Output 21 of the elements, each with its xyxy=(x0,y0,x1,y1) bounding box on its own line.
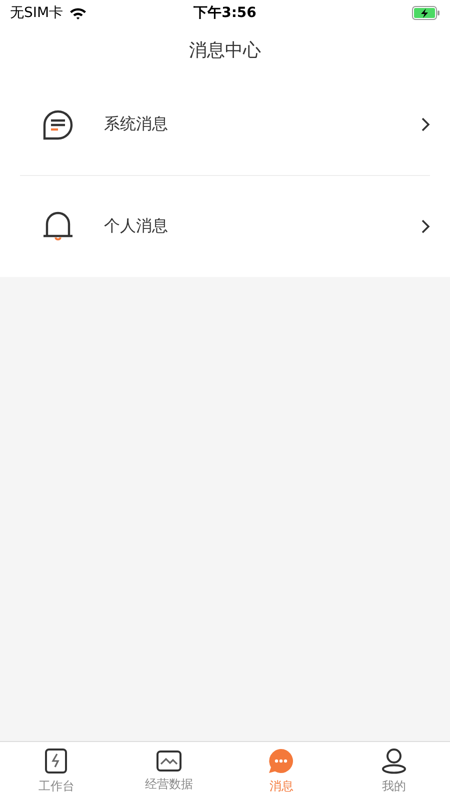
chevron-right-icon xyxy=(421,219,430,234)
chat-bubble-icon xyxy=(42,108,74,140)
tab-item[interactable]: 经营数据 xyxy=(112,742,225,800)
chat-bubble-icon xyxy=(268,748,294,774)
clock-text: 下午3:56 xyxy=(194,4,256,22)
tab-item[interactable]: 工作台 xyxy=(0,742,112,800)
tab-item[interactable]: 我的 xyxy=(338,742,450,800)
page-title: 消息中心 xyxy=(189,39,261,62)
menu-label: 系统消息 xyxy=(104,114,169,135)
lightning-icon xyxy=(44,748,68,774)
wifi-icon xyxy=(69,6,88,20)
user-icon xyxy=(380,748,407,774)
battery-icon xyxy=(412,6,440,20)
menu-row[interactable]: 个人消息 xyxy=(20,176,430,277)
tab-item[interactable]: 消息 xyxy=(225,742,338,800)
carrier-text: 无SIM卡 xyxy=(10,4,64,22)
menu-label: 个人消息 xyxy=(104,216,169,237)
chart-icon xyxy=(156,750,182,772)
menu-row[interactable]: 系统消息 xyxy=(20,74,430,175)
chevron-right-icon xyxy=(421,117,430,132)
bell-icon xyxy=(42,210,74,242)
